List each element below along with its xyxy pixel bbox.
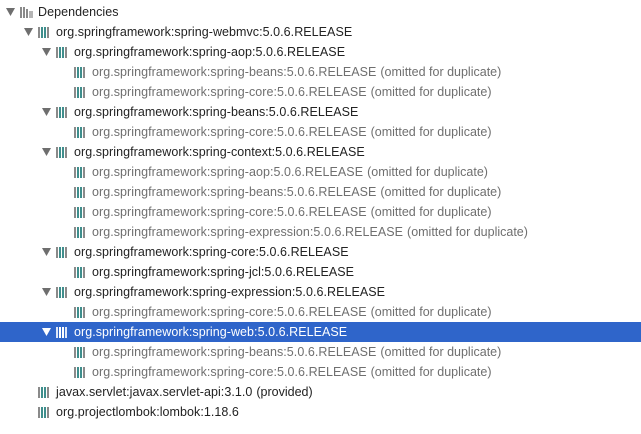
folder-library-icon: [20, 6, 34, 18]
dependency-scope-note: (omitted for duplicate): [380, 185, 502, 199]
tree-row-omitted-dependency[interactable]: org.springframework:spring-core:5.0.6.RE…: [0, 362, 641, 382]
maven-library-icon: [56, 146, 70, 158]
maven-library-icon: [74, 186, 88, 198]
dependency-scope-note: (omitted for duplicate): [370, 85, 492, 99]
triangle-down-icon[interactable]: [22, 26, 34, 38]
triangle-down-icon[interactable]: [40, 146, 52, 158]
dependency-label: javax.servlet:javax.servlet-api:3.1.0: [56, 385, 253, 399]
dependency-label: org.springframework:spring-aop:5.0.6.REL…: [74, 45, 346, 59]
dependency-label: org.springframework:spring-core:5.0.6.RE…: [92, 125, 367, 139]
tree-row-dependency[interactable]: org.springframework:spring-web:5.0.6.REL…: [0, 322, 641, 342]
tree-row-omitted-dependency[interactable]: org.springframework:spring-aop:5.0.6.REL…: [0, 162, 641, 182]
tree-row-omitted-dependency[interactable]: org.springframework:spring-core:5.0.6.RE…: [0, 122, 641, 142]
tree-row-omitted-dependency[interactable]: org.springframework:spring-expression:5.…: [0, 222, 641, 242]
dependency-scope-note: (omitted for duplicate): [407, 225, 528, 239]
maven-library-icon: [74, 266, 88, 278]
dependency-scope-note: (omitted for duplicate): [380, 345, 502, 359]
tree-row-omitted-dependency[interactable]: org.springframework:spring-core:5.0.6.RE…: [0, 302, 641, 322]
dependency-label: org.springframework:spring-beans:5.0.6.R…: [92, 185, 377, 199]
dependency-scope-note: (omitted for duplicate): [367, 165, 488, 179]
dependency-tree[interactable]: Dependencies org.springframework:spring-…: [0, 2, 641, 422]
maven-library-icon: [74, 66, 88, 78]
dependency-label: org.springframework:spring-expression:5.…: [92, 225, 404, 239]
maven-library-icon: [74, 86, 88, 98]
maven-library-icon: [56, 326, 70, 338]
maven-library-icon: [74, 206, 88, 218]
maven-library-icon: [38, 406, 52, 418]
tree-row-dependencies[interactable]: Dependencies: [0, 2, 641, 22]
triangle-down-icon[interactable]: [40, 286, 52, 298]
tree-row-omitted-dependency[interactable]: org.springframework:spring-core:5.0.6.RE…: [0, 82, 641, 102]
dependency-label: org.springframework:spring-beans:5.0.6.R…: [74, 105, 359, 119]
dependency-scope-note: (omitted for duplicate): [380, 65, 502, 79]
dependency-label: org.springframework:spring-aop:5.0.6.REL…: [92, 165, 364, 179]
maven-library-icon: [74, 346, 88, 358]
tree-root-label: Dependencies: [38, 5, 119, 19]
dependency-label: org.springframework:spring-beans:5.0.6.R…: [92, 345, 377, 359]
dependency-label: org.springframework:spring-core:5.0.6.RE…: [92, 305, 367, 319]
maven-library-icon: [74, 166, 88, 178]
dependency-scope-note: (omitted for duplicate): [370, 205, 492, 219]
maven-library-icon: [74, 306, 88, 318]
tree-row-omitted-dependency[interactable]: org.springframework:spring-beans:5.0.6.R…: [0, 62, 641, 82]
dependency-scope-note: (omitted for duplicate): [370, 125, 492, 139]
tree-row-dependency[interactable]: javax.servlet:javax.servlet-api:3.1.0 (pr…: [0, 382, 641, 402]
maven-library-icon: [74, 126, 88, 138]
tree-row-dependency[interactable]: org.springframework:spring-expression:5.…: [0, 282, 641, 302]
dependency-label: org.springframework:spring-context:5.0.6…: [74, 145, 365, 159]
tree-row-dependency[interactable]: org.projectlombok:lombok:1.18.6: [0, 402, 641, 422]
tree-row-dependency[interactable]: org.springframework:spring-core:5.0.6.RE…: [0, 242, 641, 262]
dependency-scope-note: (omitted for duplicate): [370, 365, 492, 379]
tree-row-dependency[interactable]: org.springframework:spring-beans:5.0.6.R…: [0, 102, 641, 122]
dependency-label: org.springframework:spring-webmvc:5.0.6.…: [56, 25, 353, 39]
dependency-label: org.projectlombok:lombok:1.18.6: [56, 405, 239, 419]
triangle-down-icon[interactable]: [40, 106, 52, 118]
dependency-scope-note: (provided): [256, 385, 313, 399]
triangle-down-icon[interactable]: [40, 46, 52, 58]
tree-row-dependency[interactable]: org.springframework:spring-context:5.0.6…: [0, 142, 641, 162]
tree-row-omitted-dependency[interactable]: org.springframework:spring-beans:5.0.6.R…: [0, 182, 641, 202]
maven-library-icon: [74, 226, 88, 238]
tree-row-omitted-dependency[interactable]: org.springframework:spring-beans:5.0.6.R…: [0, 342, 641, 362]
triangle-down-icon[interactable]: [40, 326, 52, 338]
dependency-label: org.springframework:spring-expression:5.…: [74, 285, 386, 299]
tree-row-dependency[interactable]: org.springframework:spring-jcl:5.0.6.REL…: [0, 262, 641, 282]
dependency-scope-note: (omitted for duplicate): [370, 305, 492, 319]
maven-library-icon: [56, 246, 70, 258]
dependency-label: org.springframework:spring-beans:5.0.6.R…: [92, 65, 377, 79]
dependency-label: org.springframework:spring-core:5.0.6.RE…: [74, 245, 349, 259]
maven-library-icon: [56, 286, 70, 298]
dependency-label: org.springframework:spring-core:5.0.6.RE…: [92, 85, 367, 99]
triangle-down-icon[interactable]: [4, 6, 16, 18]
maven-library-icon: [74, 366, 88, 378]
tree-row-dependency[interactable]: org.springframework:spring-webmvc:5.0.6.…: [0, 22, 641, 42]
dependency-label: org.springframework:spring-web:5.0.6.REL…: [74, 325, 348, 339]
maven-library-icon: [38, 386, 52, 398]
triangle-down-icon[interactable]: [40, 246, 52, 258]
tree-row-omitted-dependency[interactable]: org.springframework:spring-core:5.0.6.RE…: [0, 202, 641, 222]
tree-row-dependency[interactable]: org.springframework:spring-aop:5.0.6.REL…: [0, 42, 641, 62]
dependency-label: org.springframework:spring-core:5.0.6.RE…: [92, 205, 367, 219]
maven-library-icon: [56, 46, 70, 58]
maven-library-icon: [38, 26, 52, 38]
dependency-label: org.springframework:spring-jcl:5.0.6.REL…: [92, 265, 355, 279]
maven-library-icon: [56, 106, 70, 118]
dependency-label: org.springframework:spring-core:5.0.6.RE…: [92, 365, 367, 379]
